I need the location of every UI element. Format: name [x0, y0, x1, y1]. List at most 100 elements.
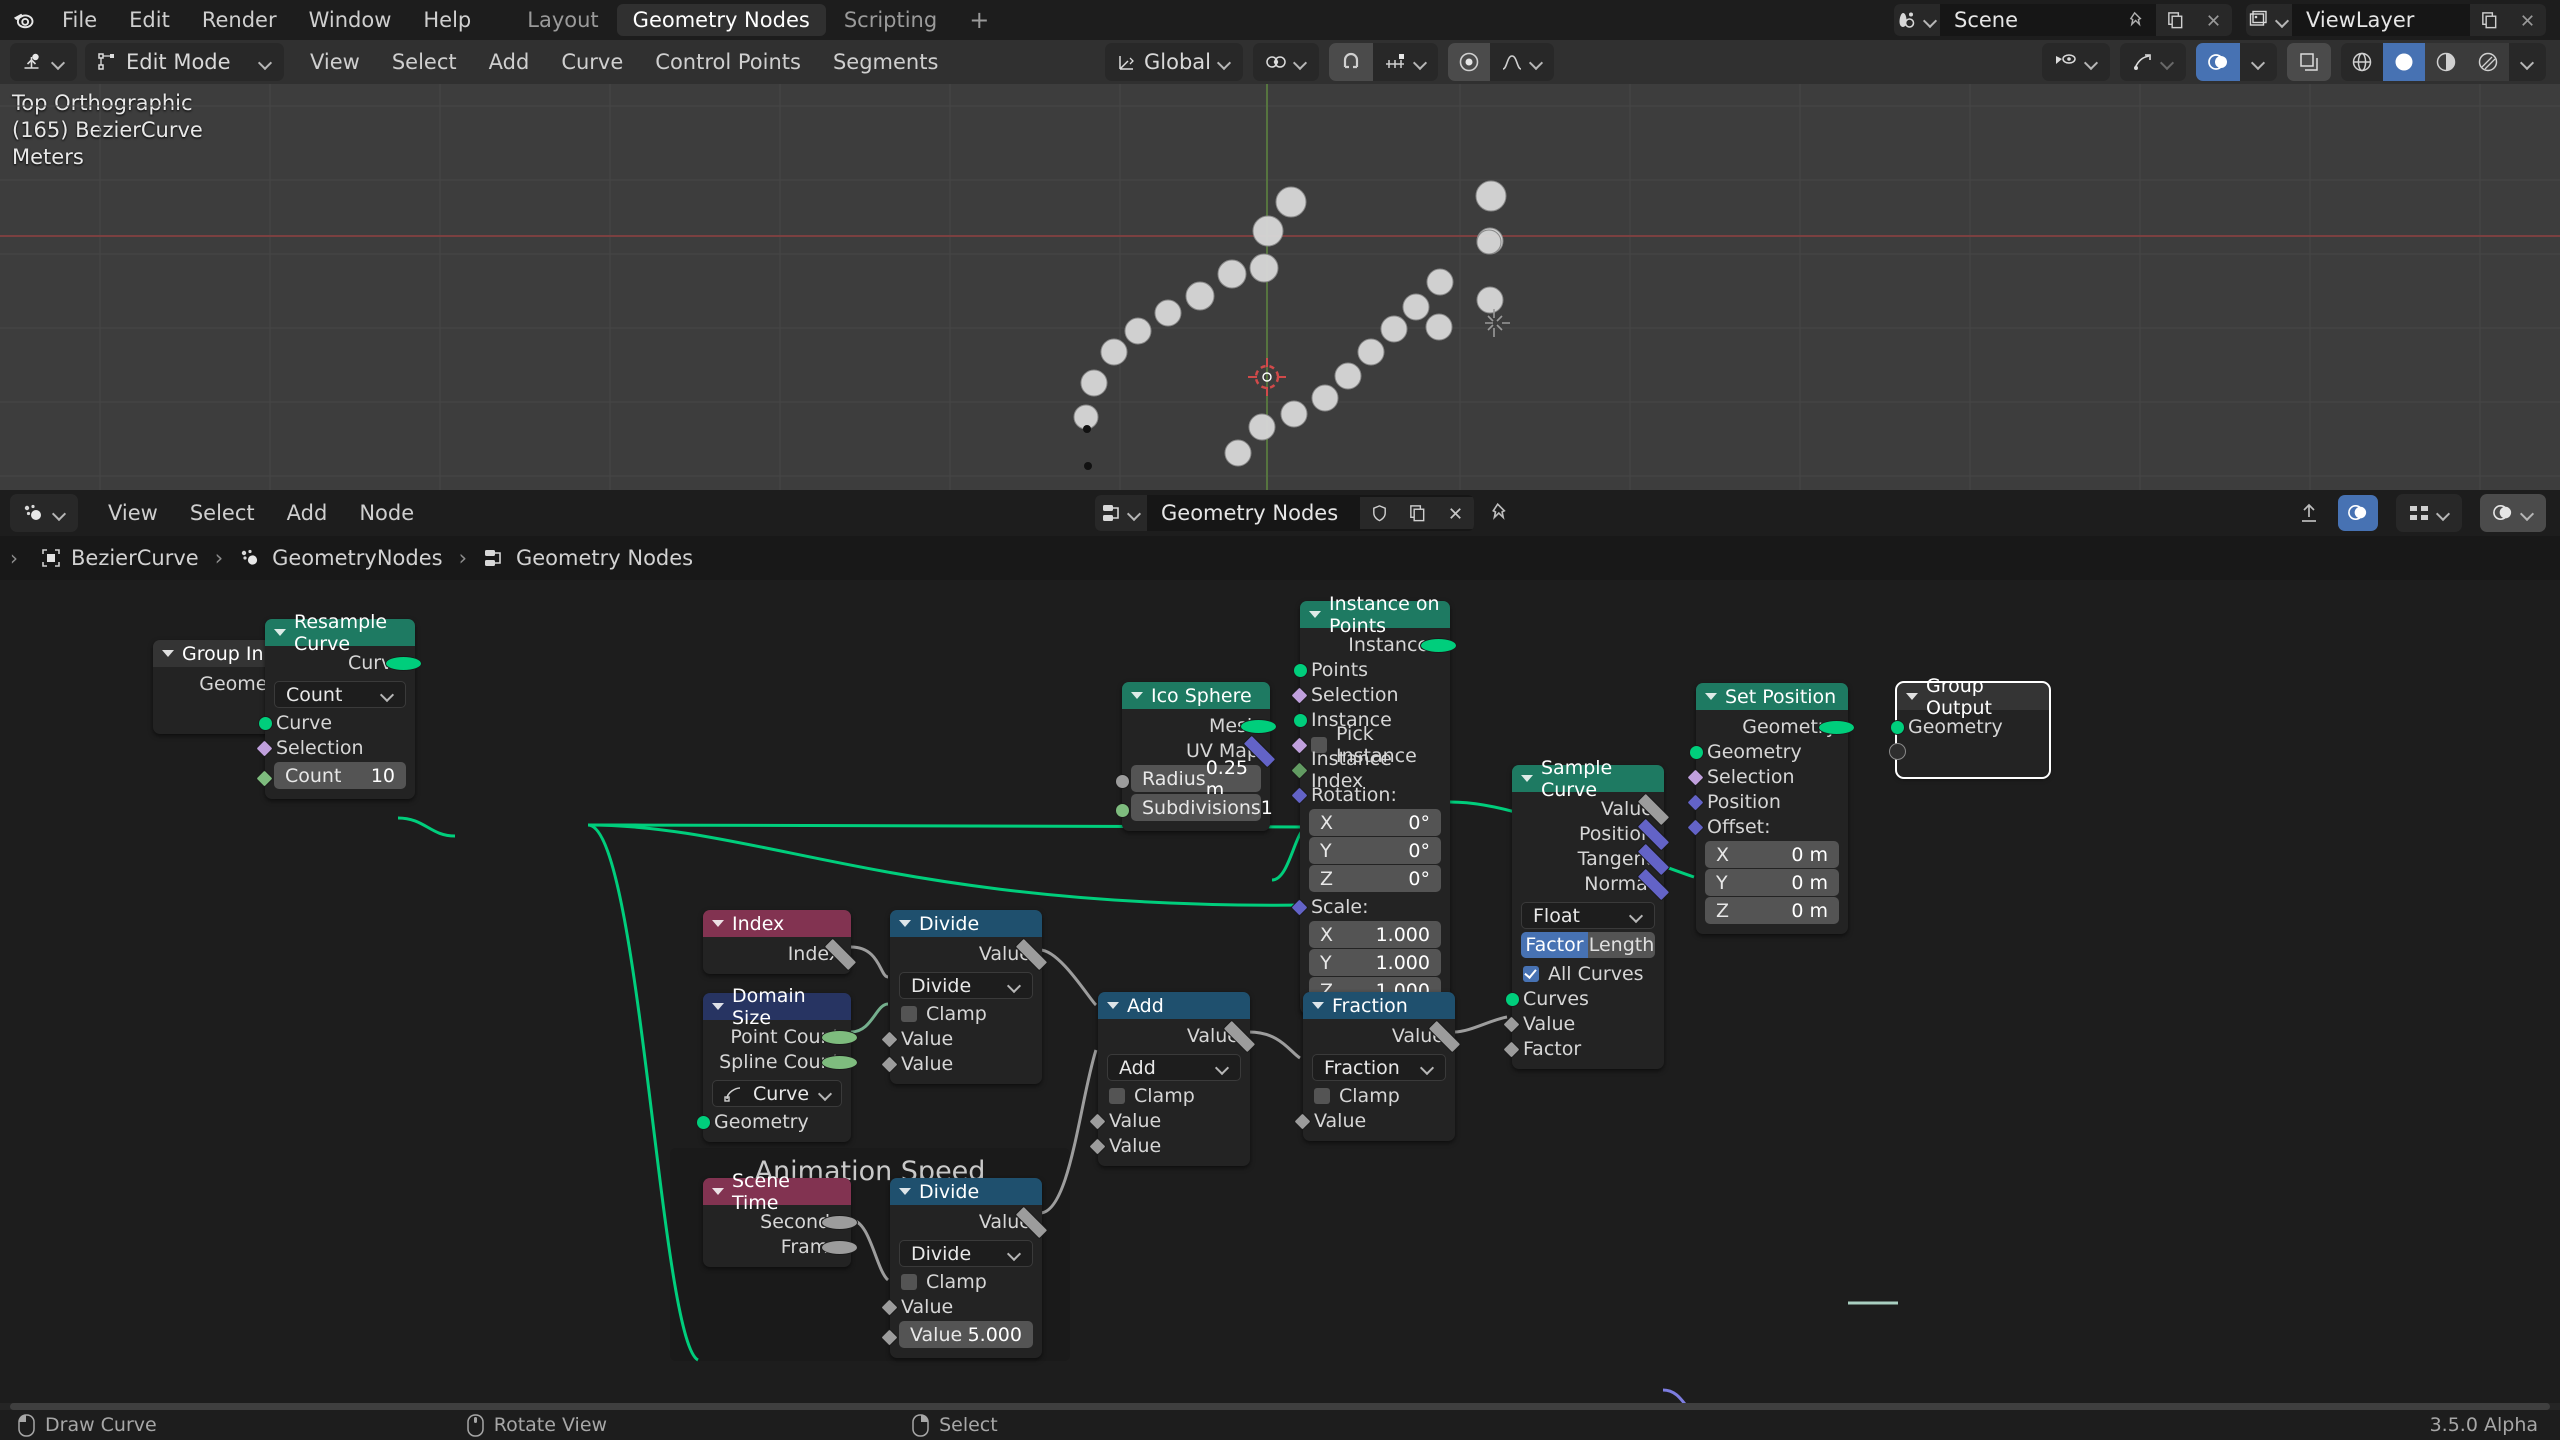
magnet-icon[interactable]: [1329, 43, 1373, 81]
node-menu-view[interactable]: View: [92, 493, 174, 533]
field-value[interactable]: 10: [371, 765, 395, 787]
workspace-tab-geometry-nodes[interactable]: Geometry Nodes: [616, 4, 826, 36]
pin-icon[interactable]: [2118, 4, 2156, 36]
node-input-factor[interactable]: Factor: [1502, 1036, 1664, 1061]
node-output-curve[interactable]: Curve: [265, 650, 422, 675]
rotation-y-field[interactable]: Y 0°: [1309, 837, 1441, 864]
socket-integer[interactable]: [821, 1054, 858, 1070]
field-value[interactable]: 1.000: [1376, 924, 1430, 946]
node-input-offset[interactable]: Offset:: [1686, 814, 1848, 839]
collapse-icon[interactable]: [899, 920, 911, 927]
clamp-checkbox[interactable]: [901, 1005, 917, 1022]
collapse-icon[interactable]: [1705, 693, 1717, 700]
node-sample-curve[interactable]: Sample Curve Value Position Tangent Norm…: [1502, 757, 1671, 1069]
node-divide-top[interactable]: Divide Value Divide Clamp Value Value: [880, 910, 1049, 1084]
node-header[interactable]: Ico Sphere: [1122, 682, 1270, 709]
radius-field[interactable]: Radius 0.25 m: [1131, 757, 1261, 801]
overlay-icon[interactable]: [2338, 495, 2378, 531]
node-output-value[interactable]: Value: [890, 1205, 1049, 1239]
rotation-z-field[interactable]: Z 0°: [1309, 865, 1441, 892]
node-input-instance-index[interactable]: Instance Index: [1290, 748, 1450, 792]
toggle-factor[interactable]: Factor: [1521, 932, 1588, 958]
add-workspace-button[interactable]: +: [955, 6, 1003, 34]
socket-geometry[interactable]: [1890, 719, 1905, 735]
proportional-edit-icon[interactable]: [1448, 43, 1490, 81]
nodetree-name[interactable]: Geometry Nodes: [1147, 501, 1360, 525]
node-input-geometry[interactable]: Geometry: [1890, 714, 2049, 739]
field-value[interactable]: 5.000: [968, 1324, 1022, 1346]
node-header[interactable]: Add: [1098, 992, 1250, 1019]
node-output-value[interactable]: Value: [1512, 792, 1671, 826]
overlays-popover[interactable]: [2240, 50, 2277, 74]
node-output-spline-count[interactable]: Spline Count: [703, 1049, 858, 1074]
clamp-row[interactable]: Clamp: [890, 1269, 1042, 1294]
clamp-checkbox[interactable]: [901, 1273, 917, 1290]
node-output-frame[interactable]: Frame: [703, 1234, 858, 1259]
field-value[interactable]: 0 m: [1791, 844, 1828, 866]
node-input-curves[interactable]: Curves: [1505, 986, 1664, 1011]
editor-type-geometrynodes-icon[interactable]: [10, 494, 78, 532]
collapse-icon[interactable]: [162, 650, 174, 657]
node-input-value-1[interactable]: Value: [880, 1294, 1042, 1319]
field-value[interactable]: 0 m: [1791, 872, 1828, 894]
workspace-tab-scripting[interactable]: Scripting: [828, 4, 953, 36]
socket-geometry[interactable]: [1818, 719, 1855, 735]
offset-z-field[interactable]: Z 0 m: [1705, 897, 1839, 924]
count-field[interactable]: Count 10: [274, 762, 406, 789]
subdivisions-field[interactable]: Subdivisions 1: [1131, 794, 1273, 821]
viewport-menu-add[interactable]: Add: [473, 42, 546, 82]
socket-geometry[interactable]: [1420, 637, 1457, 653]
collapse-icon[interactable]: [1309, 611, 1321, 618]
node-input-value-1[interactable]: Value: [1088, 1108, 1250, 1133]
value-field[interactable]: Value 5.000: [899, 1321, 1033, 1348]
operation-dropdown[interactable]: Divide: [899, 972, 1033, 999]
node-input-selection[interactable]: Selection: [1686, 764, 1848, 789]
mode-dropdown[interactable]: Count: [274, 681, 406, 708]
node-output-normal[interactable]: Normal: [1512, 867, 1671, 901]
node-output-tangent[interactable]: Tangent: [1512, 842, 1671, 876]
node-output-index[interactable]: Index: [703, 937, 858, 971]
node-header[interactable]: Domain Size: [703, 985, 851, 1029]
node-header[interactable]: Sample Curve: [1512, 757, 1664, 801]
blender-logo-icon[interactable]: [0, 7, 46, 34]
menu-render[interactable]: Render: [186, 0, 293, 40]
node-group-output[interactable]: Group Output Geometry: [1889, 675, 2051, 779]
virtual-socket-icon[interactable]: [1889, 743, 1906, 760]
overlays-icon[interactable]: [2196, 43, 2240, 81]
socket-geometry[interactable]: [1505, 991, 1520, 1007]
rotation-x-field[interactable]: X 0°: [1309, 809, 1441, 836]
node-add[interactable]: Add Value Add Clamp Value Value: [1088, 992, 1257, 1166]
node-header[interactable]: Scene Time: [703, 1170, 851, 1214]
all-curves-checkbox[interactable]: [1523, 965, 1539, 982]
unlink-nodetree-icon[interactable]: [1436, 497, 1474, 529]
pin-icon[interactable]: [1490, 502, 1512, 524]
node-header[interactable]: Set Position: [1696, 683, 1848, 710]
rendered-icon[interactable]: [2467, 43, 2509, 81]
menu-window[interactable]: Window: [293, 0, 408, 40]
workspace-tab-layout[interactable]: Layout: [511, 4, 614, 36]
node-output-instances[interactable]: Instances: [1300, 632, 1457, 657]
shading-popover[interactable]: [2509, 50, 2546, 74]
node-input-position[interactable]: Position: [1686, 789, 1848, 814]
viewport-menu-segments[interactable]: Segments: [817, 42, 954, 82]
toggle-length[interactable]: Length: [1588, 932, 1655, 958]
snap-icon[interactable]: [2298, 502, 2320, 524]
collapse-icon[interactable]: [712, 1188, 724, 1195]
collapse-icon[interactable]: [1312, 1002, 1324, 1009]
pivot-point-selector[interactable]: [1253, 43, 1319, 81]
scene-datablock[interactable]: Scene: [1894, 4, 2232, 36]
clamp-checkbox[interactable]: [1109, 1087, 1125, 1104]
node-input-rotation[interactable]: Rotation:: [1290, 782, 1450, 807]
node-input-value-2[interactable]: Value: [880, 1051, 1042, 1076]
clamp-row[interactable]: Clamp: [1303, 1083, 1455, 1108]
offset-y-field[interactable]: Y 0 m: [1705, 869, 1839, 896]
viewlayer-datablock[interactable]: ViewLayer: [2246, 4, 2546, 36]
collapse-icon[interactable]: [1521, 775, 1533, 782]
node-scene-time[interactable]: Scene Time Seconds Frame: [703, 1170, 858, 1267]
socket-geometry[interactable]: [1293, 712, 1308, 728]
node-input-value-1[interactable]: Value: [880, 1026, 1042, 1051]
collapse-icon[interactable]: [712, 920, 724, 927]
field-value[interactable]: 0°: [1408, 840, 1430, 862]
socket-geometry[interactable]: [385, 655, 422, 671]
node-output-position[interactable]: Position: [1512, 817, 1671, 851]
